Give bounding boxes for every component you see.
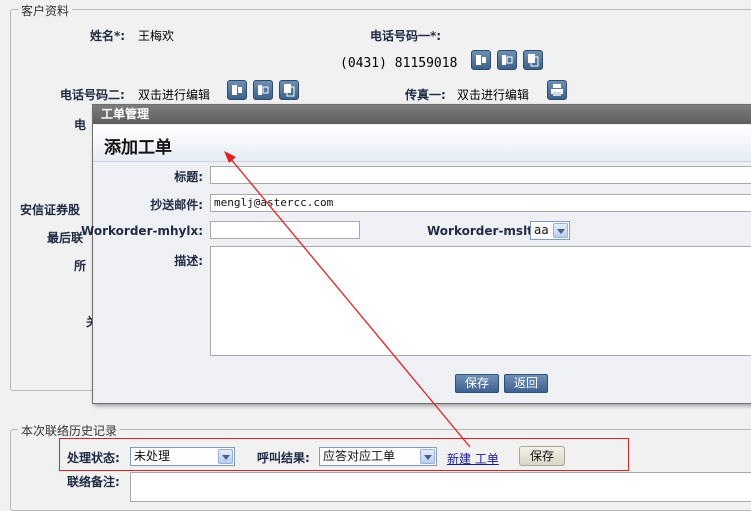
annotation-arrow: [224, 151, 471, 448]
